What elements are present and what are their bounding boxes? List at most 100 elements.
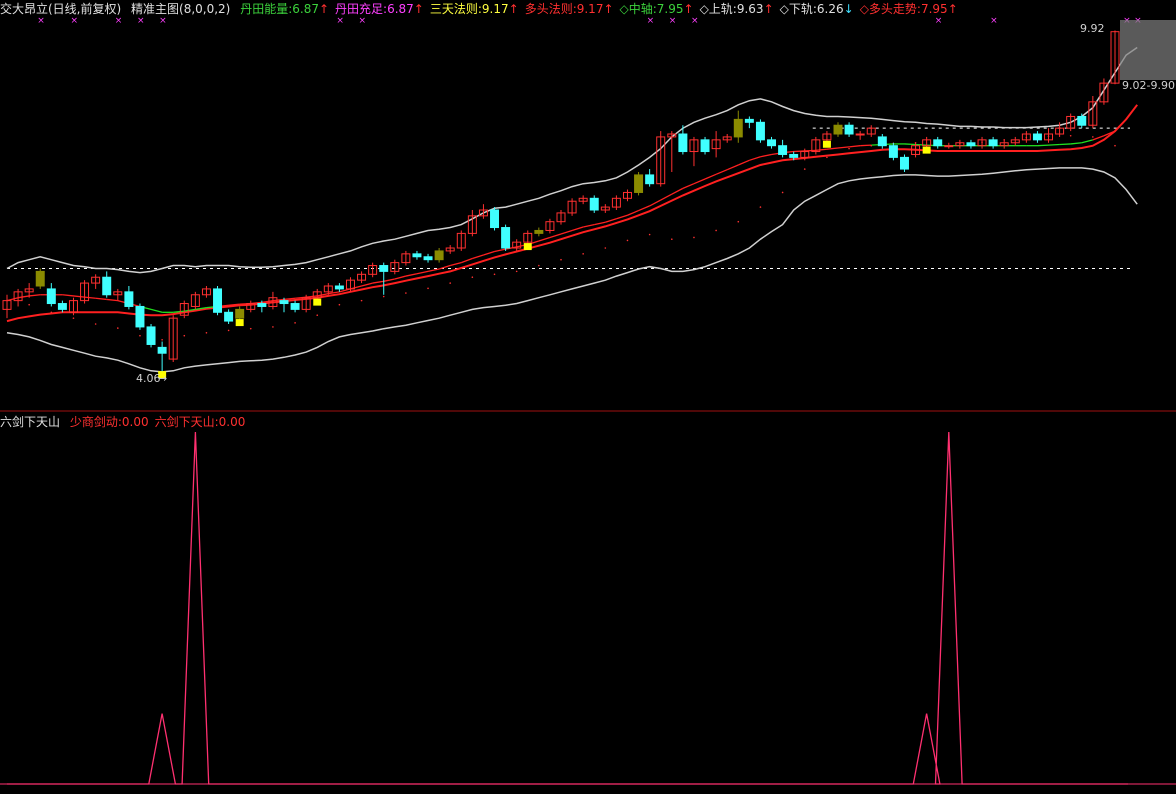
stock-chart[interactable]: ×××××××××××××× 9.92 4.06 9.02-9.90 → (0, 0, 1176, 794)
mid-band-segment (627, 209, 639, 216)
mid-band-segment (616, 214, 628, 220)
candle-body (157, 346, 167, 354)
trail-dot (604, 247, 607, 249)
mid-band-segment (704, 173, 717, 180)
mid-band-segment (826, 147, 839, 150)
mid-band-segment (361, 282, 373, 287)
candle-body (645, 174, 655, 185)
trail-dot (205, 331, 208, 334)
signal-cross-icon: × (336, 16, 344, 26)
mid-band-segment (749, 156, 761, 161)
price-range-label: 9.02-9.90 (1122, 79, 1175, 92)
low-price-label: 4.06 (136, 372, 161, 385)
signal-cross-icon: × (691, 16, 699, 26)
mid-band-segment (1092, 135, 1105, 141)
candle-body (844, 124, 854, 135)
candle-body (899, 156, 909, 170)
candle-body (490, 209, 500, 229)
trail-dot (28, 303, 30, 306)
signal-cross-icon: × (137, 16, 145, 26)
trail-dot (538, 264, 540, 267)
mid-band-segment (472, 254, 484, 260)
signal-cross-icon: × (115, 16, 123, 26)
candle-body (744, 118, 754, 123)
trail-dot (405, 292, 407, 294)
mid-band-segment (649, 199, 662, 207)
trail-dot (161, 338, 163, 341)
mid-band-segment (560, 229, 573, 235)
candle-body (1077, 115, 1087, 126)
candle-body (379, 265, 389, 272)
signal-cross-icon: × (935, 16, 943, 26)
mid-band-segment (84, 296, 96, 299)
candle-body (755, 121, 765, 141)
signal-cross-icon: × (990, 16, 998, 26)
trail-dot (139, 334, 141, 337)
mid-band-segment (605, 218, 617, 223)
signal-cross-icon: × (669, 16, 677, 26)
trail-dot (626, 239, 629, 242)
trail-dot (1069, 134, 1072, 137)
mid-band-segment (583, 223, 595, 228)
mid-band-segment (693, 178, 706, 185)
trail-dot (759, 206, 762, 208)
high-price-label: 9.92 (1080, 22, 1105, 35)
mid-band-segment (904, 143, 916, 146)
candle-body (213, 288, 223, 313)
mid-band-segment (450, 261, 462, 267)
candle-body (257, 303, 267, 307)
upper-band-line (6, 46, 1138, 274)
mid-band-segment (915, 143, 927, 146)
trail-dot (94, 323, 97, 325)
mid-band-segment (62, 294, 74, 297)
mid-band-segment (1048, 143, 1060, 146)
candle-body (412, 253, 422, 258)
trail-dot (316, 314, 319, 317)
candle-body (57, 303, 67, 310)
mid-band-segment (1059, 143, 1071, 146)
mid-band-segment (571, 226, 584, 232)
mid-band-segment (73, 295, 85, 298)
candle-body (877, 136, 887, 147)
candle-body (434, 250, 444, 261)
trail-dot (471, 276, 474, 279)
mid-band-segment (106, 298, 118, 302)
mid-band-segment (150, 308, 163, 313)
signal-cross-icon: × (359, 16, 367, 26)
candle-body (789, 153, 799, 158)
candle-body (102, 276, 112, 296)
candle-body (224, 311, 234, 322)
candle-body (888, 145, 898, 158)
mid-band-segment (1081, 139, 1094, 144)
trail-dot (117, 327, 119, 329)
candle-body (1032, 133, 1042, 141)
candle-body (634, 174, 644, 193)
trail-dot (803, 168, 806, 170)
mid-band-segment (849, 145, 861, 148)
candle-body (966, 142, 976, 147)
mid-band-segment (383, 278, 395, 282)
yellow-signal-block (313, 298, 322, 306)
trail-dot (72, 317, 75, 319)
candlesticks (2, 30, 1120, 374)
trail-dot (360, 299, 363, 302)
trail-dot (826, 156, 828, 159)
trail-dot (449, 282, 452, 284)
mid-band-segment (427, 268, 440, 273)
mid-band-segment (738, 159, 750, 166)
trail-dot (693, 236, 695, 239)
yellow-signal-block (922, 146, 931, 154)
mid-band-segment (95, 297, 107, 301)
candle-body (135, 305, 145, 328)
trail-dot (1114, 144, 1116, 147)
trail-dot (227, 329, 230, 332)
mid-band-segment (1037, 144, 1049, 147)
mid-band-segment (372, 280, 384, 284)
mid-band-segment (405, 273, 418, 277)
trail-dot (671, 238, 673, 241)
candle-body (678, 133, 688, 153)
mid-band-segment (483, 250, 495, 256)
mid-band-segment (671, 187, 684, 195)
yellow-signal-block (523, 243, 532, 251)
candle-body (767, 139, 777, 147)
